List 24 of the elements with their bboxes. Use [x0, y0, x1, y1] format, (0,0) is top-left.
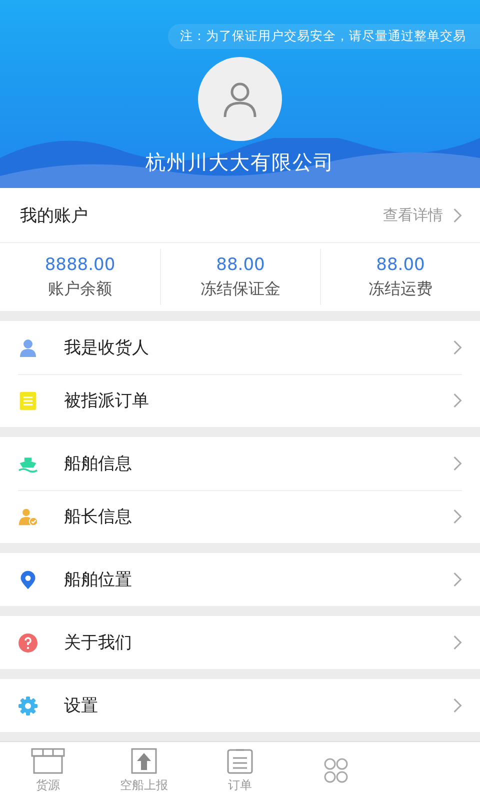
notice-text: 注：为了保证用户交易安全，请尽量通过整单交易	[168, 24, 480, 49]
amount-label: 账户余额	[48, 278, 112, 300]
chevron-right-icon	[453, 509, 462, 524]
amount-value: 88.00	[216, 254, 265, 274]
amount-value: 88.00	[376, 254, 425, 274]
chevron-right-icon	[453, 340, 462, 355]
chevron-right-icon	[453, 698, 462, 713]
chevron-right-icon	[453, 572, 462, 587]
company-name: 杭州川大大有限公司	[146, 149, 334, 176]
captain-icon	[18, 506, 38, 526]
settings-icon	[18, 696, 38, 716]
section-title: 我的账户	[20, 204, 89, 226]
chevron-right-icon	[453, 456, 462, 471]
box-icon	[31, 748, 65, 774]
chevron-right-icon	[453, 635, 462, 650]
document-icon	[18, 390, 38, 410]
amount-value: 8888.00	[44, 254, 116, 274]
chevron-right-icon	[453, 393, 462, 408]
amount-label: 冻结运费	[368, 278, 432, 300]
location-pin-icon	[18, 570, 38, 590]
person-icon	[18, 338, 38, 358]
amount-label: 冻结保证金	[200, 278, 280, 300]
help-icon	[18, 632, 38, 652]
chevron-right-icon	[453, 208, 462, 222]
